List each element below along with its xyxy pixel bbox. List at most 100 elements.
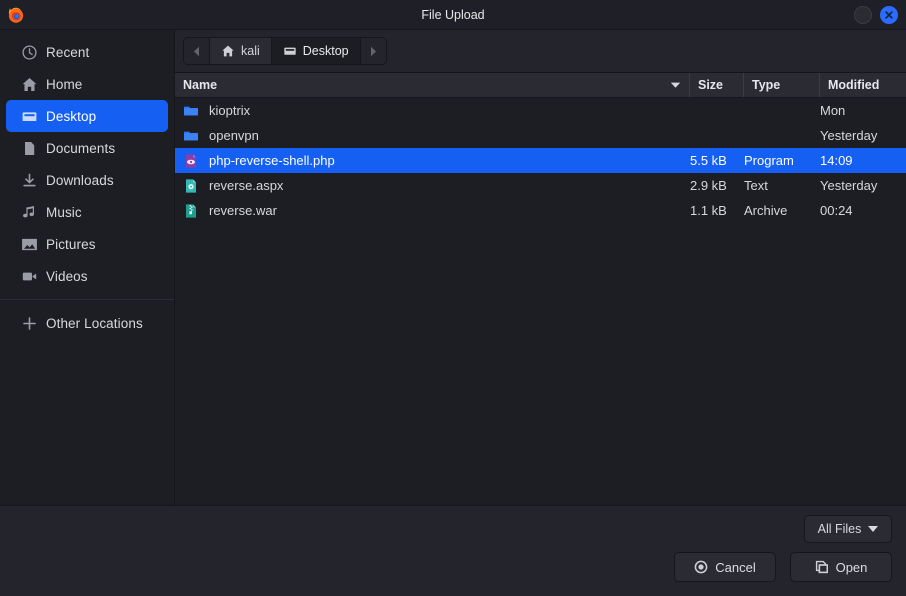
sidebar-item-pictures[interactable]: Pictures: [6, 228, 168, 260]
close-icon: [885, 10, 893, 19]
file-name: openvpn: [209, 128, 259, 143]
file-size: 5.5 kB: [690, 153, 727, 168]
archive-file-icon: [183, 203, 199, 219]
file-modified: Yesterday: [820, 178, 878, 193]
dialog-body: Recent Home Desktop Documents Downloads …: [0, 30, 906, 596]
breadcrumb-item-desktop[interactable]: Desktop: [271, 38, 361, 64]
titlebar: File Upload: [0, 0, 906, 30]
chevron-left-icon: [194, 46, 199, 56]
window-controls: [854, 5, 906, 24]
sidebar-item-desktop[interactable]: Desktop: [6, 100, 168, 132]
sidebar-item-label: Home: [46, 76, 83, 92]
file-name-cell: php-reverse-shell.php: [175, 153, 690, 169]
action-buttons: Cancel Open: [14, 552, 892, 582]
table-row[interactable]: openvpn Yesterday: [175, 123, 906, 148]
file-filter-dropdown[interactable]: All Files: [804, 515, 892, 543]
file-name: php-reverse-shell.php: [209, 153, 335, 168]
file-size: 1.1 kB: [690, 203, 727, 218]
column-header-type[interactable]: Type: [744, 73, 820, 97]
sidebar-item-label: Recent: [46, 44, 90, 60]
file-browser: kali Desktop Name Size Type Modified kio…: [175, 30, 906, 505]
column-header-size[interactable]: Size: [690, 73, 744, 97]
file-name-cell: reverse.war: [175, 203, 690, 219]
file-name: reverse.war: [209, 203, 277, 218]
file-name-cell: reverse.aspx: [175, 178, 690, 194]
file-modified: 00:24: [820, 203, 853, 218]
sidebar-item-label: Music: [46, 204, 82, 220]
php-file-icon: [183, 153, 199, 169]
open-button[interactable]: Open: [790, 552, 892, 582]
folder-icon: [183, 103, 199, 119]
file-filter-label: All Files: [817, 522, 862, 536]
sidebar-item-downloads[interactable]: Downloads: [6, 164, 168, 196]
filter-row: All Files: [14, 506, 892, 543]
file-type: Program: [744, 153, 794, 168]
dialog-footer: All Files Cancel Open: [0, 505, 906, 596]
back-button[interactable]: [184, 38, 210, 64]
home-icon: [221, 44, 235, 58]
download-icon: [12, 172, 46, 189]
sidebar-item-label: Other Locations: [46, 315, 143, 331]
open-label: Open: [835, 559, 868, 575]
text-file-icon: [183, 178, 199, 194]
table-row[interactable]: reverse.war 1.1 kB Archive 00:24: [175, 198, 906, 223]
chevron-right-icon: [370, 46, 376, 56]
sidebar-item-label: Pictures: [46, 236, 96, 252]
image-icon: [12, 236, 46, 253]
minimize-button[interactable]: [854, 5, 872, 24]
document-icon: [12, 140, 46, 157]
column-header-label: Name: [183, 78, 218, 92]
sidebar-item-music[interactable]: Music: [6, 196, 168, 228]
file-list[interactable]: kioptrix Mon openvpn Yesterday php-rever…: [175, 98, 906, 505]
file-type: Text: [744, 178, 768, 193]
column-header-modified[interactable]: Modified: [820, 73, 906, 97]
music-icon: [12, 204, 46, 221]
column-header-name[interactable]: Name: [175, 73, 690, 97]
file-name-cell: kioptrix: [175, 103, 690, 119]
sidebar-item-home[interactable]: Home: [6, 68, 168, 100]
desktop-icon: [283, 44, 297, 58]
pathbar-area: kali Desktop: [175, 30, 906, 72]
open-document-icon: [815, 560, 829, 574]
breadcrumb-item-label: Desktop: [302, 44, 349, 58]
file-name-cell: openvpn: [175, 128, 690, 144]
desktop-icon: [12, 108, 46, 125]
panes: Recent Home Desktop Documents Downloads …: [0, 30, 906, 505]
folder-icon: [183, 128, 199, 144]
table-row[interactable]: reverse.aspx 2.9 kB Text Yesterday: [175, 173, 906, 198]
file-modified: 14:09: [820, 153, 853, 168]
sidebar-item-recent[interactable]: Recent: [6, 36, 168, 68]
column-header-label: Modified: [828, 78, 880, 92]
column-headers: Name Size Type Modified: [175, 72, 906, 98]
cancel-circle-icon: [694, 560, 708, 574]
table-row[interactable]: kioptrix Mon: [175, 98, 906, 123]
sidebar-item-label: Documents: [46, 140, 116, 156]
sidebar-item-label: Downloads: [46, 172, 114, 188]
file-upload-dialog: File Upload Recent Home Desktop Document…: [0, 0, 906, 596]
close-button[interactable]: [880, 5, 898, 24]
cancel-label: Cancel: [715, 559, 756, 575]
cancel-button[interactable]: Cancel: [674, 552, 776, 582]
file-name: kioptrix: [209, 103, 251, 118]
table-row[interactable]: php-reverse-shell.php 5.5 kB Program 14:…: [175, 148, 906, 173]
places-sidebar: Recent Home Desktop Documents Downloads …: [0, 30, 175, 505]
plus-icon: [12, 315, 46, 332]
file-name: reverse.aspx: [209, 178, 284, 193]
breadcrumb-item-kali[interactable]: kali: [210, 38, 272, 64]
file-type: Archive: [744, 203, 788, 218]
sidebar-item-videos[interactable]: Videos: [6, 260, 168, 292]
sidebar-item-documents[interactable]: Documents: [6, 132, 168, 164]
chevron-down-icon: [868, 526, 879, 532]
breadcrumb-item-label: kali: [241, 44, 260, 58]
sidebar-item-other-locations[interactable]: Other Locations: [6, 307, 168, 339]
sort-descending-icon: [670, 81, 681, 89]
column-header-label: Type: [752, 78, 781, 92]
sidebar-item-label: Videos: [46, 268, 88, 284]
window-title: File Upload: [421, 7, 485, 22]
column-header-label: Size: [698, 78, 724, 92]
file-size: 2.9 kB: [690, 178, 727, 193]
video-icon: [12, 268, 46, 285]
forward-button[interactable]: [360, 38, 386, 64]
sidebar-item-label: Desktop: [46, 108, 97, 124]
file-modified: Mon: [820, 103, 846, 118]
